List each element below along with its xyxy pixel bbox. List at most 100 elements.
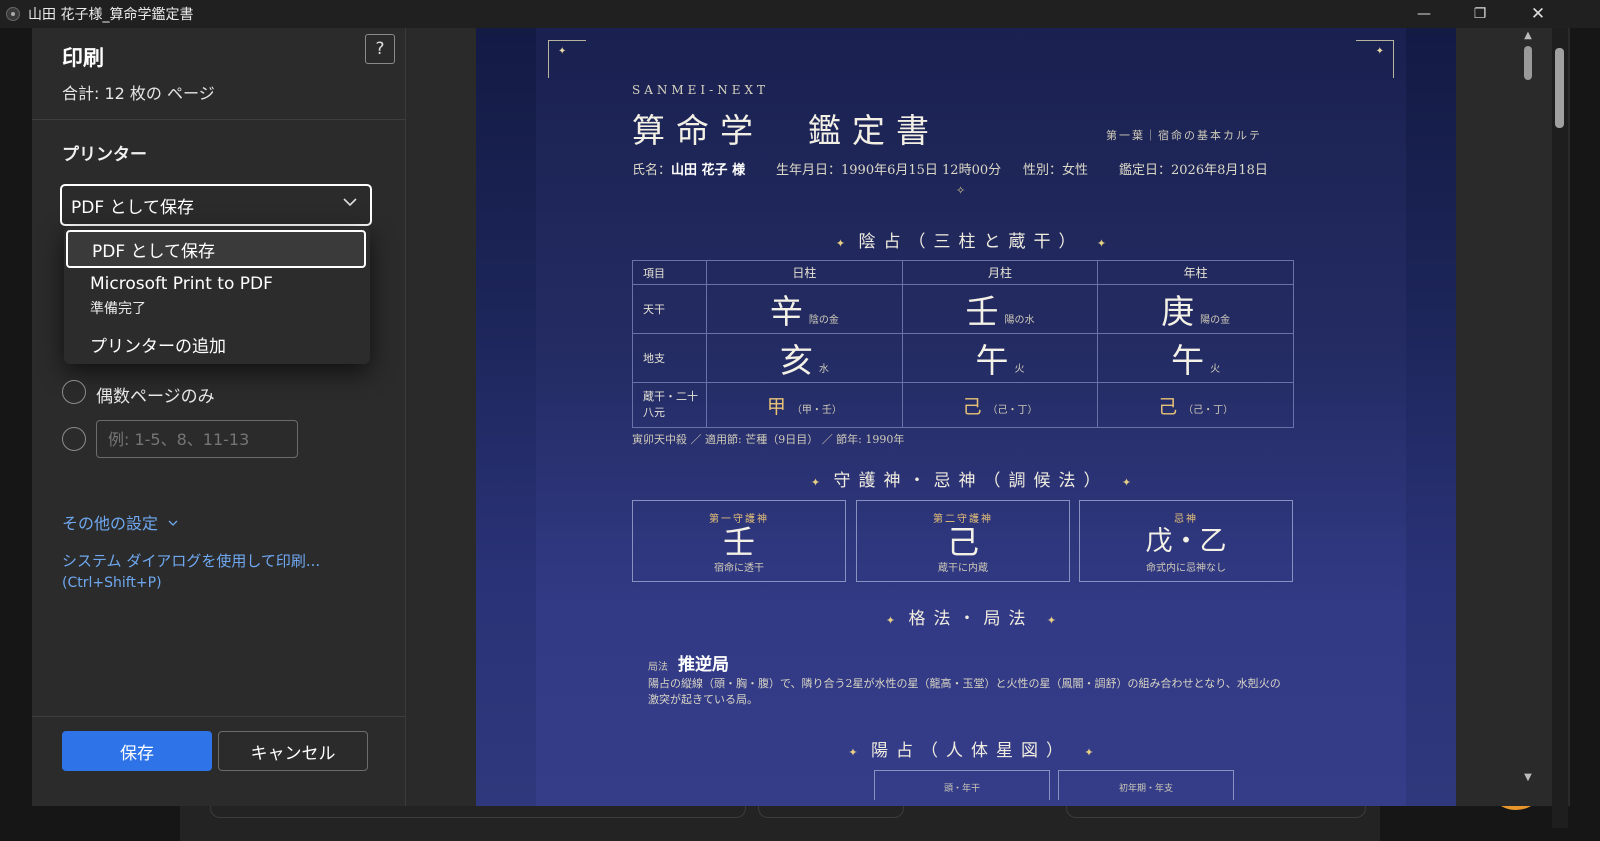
table-cell: 己 （己・丁） <box>1097 382 1294 428</box>
star-icon: ✦ <box>1096 237 1107 250</box>
card-note: 蔵干に内蔵 <box>938 563 988 574</box>
table-header: 日柱 <box>706 260 903 285</box>
pillar-char: 庚 <box>1161 292 1195 331</box>
app-icon <box>6 7 20 21</box>
window-title: 山田 花子様_算命学鑑定書 <box>28 7 194 23</box>
pillar-note: 陰の金 <box>808 315 839 326</box>
section-title-text: 陽占（人体星図） <box>871 741 1071 761</box>
printer-select-value: PDF として保存 <box>71 197 195 218</box>
table-header: 月柱 <box>901 260 1099 285</box>
table-cell: 己 （己・丁） <box>901 382 1099 428</box>
zoukan-char: 己 <box>1158 395 1178 418</box>
star-icon: ✦ <box>1121 476 1132 489</box>
card-char: 壬 <box>722 523 755 561</box>
dropdown-option-add-printer[interactable]: プリンターの追加 <box>90 332 226 357</box>
card-title: 忌神 <box>1174 514 1198 525</box>
corner-ornament <box>548 40 586 78</box>
more-settings-link[interactable]: その他の設定 <box>62 510 179 534</box>
pillar-char: 壬 <box>965 292 999 331</box>
help-icon: ? <box>375 39 385 59</box>
system-dialog-shortcut: (Ctrl+Shift+P) <box>62 575 162 591</box>
table-cell: 壬陽の水 <box>901 284 1099 334</box>
preview-scrollbar-thumb[interactable] <box>1524 46 1532 80</box>
page-count: 合計: 12 枚の ページ <box>62 84 215 103</box>
card-char: 戊・乙 <box>1145 526 1227 557</box>
client-name: 氏名：山田 花子 様 <box>632 159 745 178</box>
pillar-note: 水 <box>818 364 829 375</box>
brand-name: SANMEI-NEXT <box>632 83 770 97</box>
printer-dropdown: PDF として保存 Microsoft Print to PDF 準備完了 プリ… <box>64 226 370 364</box>
pillar-note: 火 <box>1014 364 1025 375</box>
row-label: 地支 <box>632 333 707 383</box>
page-range-input[interactable] <box>96 420 298 458</box>
appraisal-date: 鑑定日：2026年8月18日 <box>1119 163 1268 178</box>
page-scrollbar[interactable] <box>1552 28 1568 828</box>
dropdown-option-ms-print-to-pdf[interactable]: Microsoft Print to PDF <box>90 274 273 294</box>
kyoku-description: 陽占の縦線（頭・胸・腹）で、隣り合う2星が水性の星（龍高・玉堂）と火性の星（鳳閣… <box>648 677 1281 706</box>
cancel-button[interactable]: キャンセル <box>218 731 368 771</box>
chevron-down-icon <box>342 194 358 214</box>
table-cell: 辛陰の金 <box>706 284 903 334</box>
help-button[interactable]: ? <box>365 34 395 64</box>
print-preview: ✦ ✦ SANMEI-NEXT 算命学 鑑定書 第一葉｜宿命の基本カルテ 氏名：… <box>406 28 1570 806</box>
print-header: 印刷 合計: 12 枚の ページ ? <box>32 28 405 120</box>
dropdown-option-pdf[interactable]: PDF として保存 <box>66 230 366 268</box>
table-cell: 午火 <box>901 333 1099 383</box>
scroll-up-arrow[interactable]: ▲ <box>1520 30 1536 44</box>
star-icon: ✦ <box>1046 614 1057 627</box>
page-scrollbar-thumb[interactable] <box>1555 48 1564 128</box>
restore-button[interactable]: ❐ <box>1452 0 1508 28</box>
star-icon: ✦ <box>810 476 821 489</box>
table-cell: 庚陽の金 <box>1097 284 1294 334</box>
document-page: ✦ ✦ SANMEI-NEXT 算命学 鑑定書 第一葉｜宿命の基本カルテ 氏名：… <box>536 28 1406 806</box>
pillar-char: 亥 <box>779 341 813 380</box>
preview-page: ✦ ✦ SANMEI-NEXT 算命学 鑑定書 第一葉｜宿命の基本カルテ 氏名：… <box>476 28 1456 806</box>
print-title: 印刷 <box>62 46 104 70</box>
pillar-note: 火 <box>1210 364 1221 375</box>
dropdown-option-label: PDF として保存 <box>92 241 216 262</box>
section-title-guardian: ✦ 守護神・忌神（調候法） ✦ <box>536 466 1406 491</box>
document-subtitle: 第一葉｜宿命の基本カルテ <box>1106 129 1262 142</box>
window-titlebar: 山田 花子様_算命学鑑定書 — ❐ ✕ <box>0 0 1600 28</box>
printer-select[interactable]: PDF として保存 <box>60 184 372 226</box>
star-icon: ✦ <box>835 237 846 250</box>
pillar-char: 午 <box>975 341 1009 380</box>
card-note: 宿命に透干 <box>714 563 764 574</box>
even-pages-radio[interactable] <box>62 380 86 404</box>
scroll-down-arrow[interactable]: ▼ <box>1520 772 1536 786</box>
kyoku-heading: 局法 推逆局 <box>648 650 729 675</box>
kyoku-label: 局法 <box>648 662 668 673</box>
zoukan-char: 己 <box>962 395 982 418</box>
section-title-text: 陰占（三柱と蔵干） <box>858 232 1084 252</box>
star-icon: ✦ <box>1375 46 1384 57</box>
custom-range-radio[interactable] <box>62 427 86 451</box>
system-dialog-link[interactable]: システム ダイアログを使用して印刷... <box>62 550 320 571</box>
zoukan-note: （己・丁） <box>1183 404 1234 416</box>
save-button[interactable]: 保存 <box>62 731 212 771</box>
document-title: 算命学 鑑定書 <box>632 111 940 150</box>
star-icon: ✦ <box>1084 746 1094 759</box>
section-title-yoseki: ✦ 陽占（人体星図） ✦ <box>536 736 1406 761</box>
card-char: 己 <box>946 523 979 561</box>
star-icon: ✦ <box>848 746 858 759</box>
chevron-down-icon <box>168 520 178 526</box>
table-note: 寅卯天中殺 ／ 適用節: 芒種（9日目） ／ 節年: 1990年 <box>632 433 905 446</box>
more-settings-label: その他の設定 <box>62 514 159 533</box>
zoukan-note: （甲・壬） <box>791 404 842 416</box>
printer-label: プリンター <box>62 145 147 165</box>
pillars-table: 項目 日柱 月柱 年柱 天干 辛陰の金 壬陽の水 庚陽の金 地支 亥水 午火 午… <box>632 260 1294 428</box>
pillar-char: 辛 <box>769 292 803 331</box>
minimize-button[interactable]: — <box>1396 0 1452 28</box>
guardian-card: 第二守護神 己 蔵干に内蔵 <box>856 500 1070 582</box>
name-label: 氏名： <box>632 163 672 178</box>
body-chart-box: 初年期・年支 <box>1058 770 1234 800</box>
close-button[interactable]: ✕ <box>1510 0 1566 28</box>
kyoku-value: 推逆局 <box>678 655 729 675</box>
close-icon: ✕ <box>1530 4 1546 24</box>
even-pages-label: 偶数ページのみ <box>96 387 215 407</box>
guardian-card: 第一守護神 壬 宿命に透干 <box>632 500 846 582</box>
row-label: 天干 <box>632 284 707 334</box>
body-chart-box: 頭・年干 <box>874 770 1050 800</box>
star-icon: ✦ <box>558 46 567 57</box>
table-cell: 甲 （甲・壬） <box>706 382 903 428</box>
